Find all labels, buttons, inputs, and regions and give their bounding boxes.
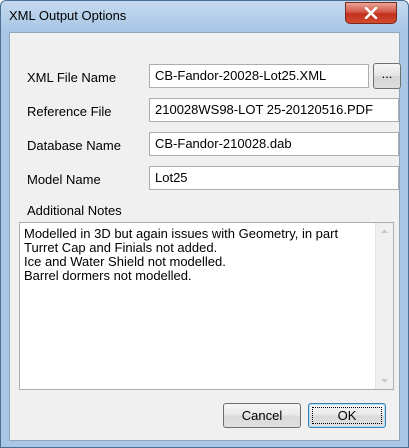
close-icon <box>364 7 378 19</box>
model-name-label: Model Name <box>27 172 101 187</box>
vertical-scrollbar[interactable] <box>375 223 393 389</box>
notes-line: Barrel dormers not modelled. <box>24 268 192 283</box>
focus-rectangle <box>312 407 382 424</box>
notes-line: Modelled in 3D but again issues with Geo… <box>24 227 339 241</box>
model-name-field[interactable]: Lot25 <box>149 166 399 190</box>
database-name-field[interactable]: CB-Fandor-210028.dab <box>149 132 399 156</box>
xml-file-name-field[interactable]: CB-Fandor-20028-Lot25.XML <box>149 64 369 88</box>
arrow-up-icon[interactable] <box>376 223 393 240</box>
ok-button[interactable]: OK <box>308 403 386 428</box>
database-name-label: Database Name <box>27 138 121 153</box>
reference-file-label: Reference File <box>27 104 112 119</box>
close-button[interactable] <box>345 2 397 24</box>
additional-notes-label: Additional Notes <box>27 203 122 218</box>
xml-file-name-label: XML File Name <box>27 70 117 85</box>
reference-file-field[interactable]: 210028WS98-LOT 25-20120516.PDF <box>149 98 399 122</box>
notes-line: Ice and Water Shield not modelled. <box>24 254 226 269</box>
window-title: XML Output Options <box>9 8 127 23</box>
arrow-down-icon[interactable] <box>376 372 393 389</box>
browse-button[interactable]: ... <box>373 63 401 89</box>
cancel-button[interactable]: Cancel <box>223 403 301 428</box>
notes-line: Turret Cap and Finials not added. <box>24 240 218 255</box>
notes-text: Modelled in 3D but again issues with Geo… <box>24 227 370 283</box>
dialog-window: XML Output Options XML File Name CB-Fand… <box>0 0 409 448</box>
dialog-body: XML File Name CB-Fandor-20028-Lot25.XML … <box>9 32 401 441</box>
title-bar[interactable]: XML Output Options <box>1 1 408 33</box>
notes-textarea[interactable]: Modelled in 3D but again issues with Geo… <box>19 222 394 390</box>
